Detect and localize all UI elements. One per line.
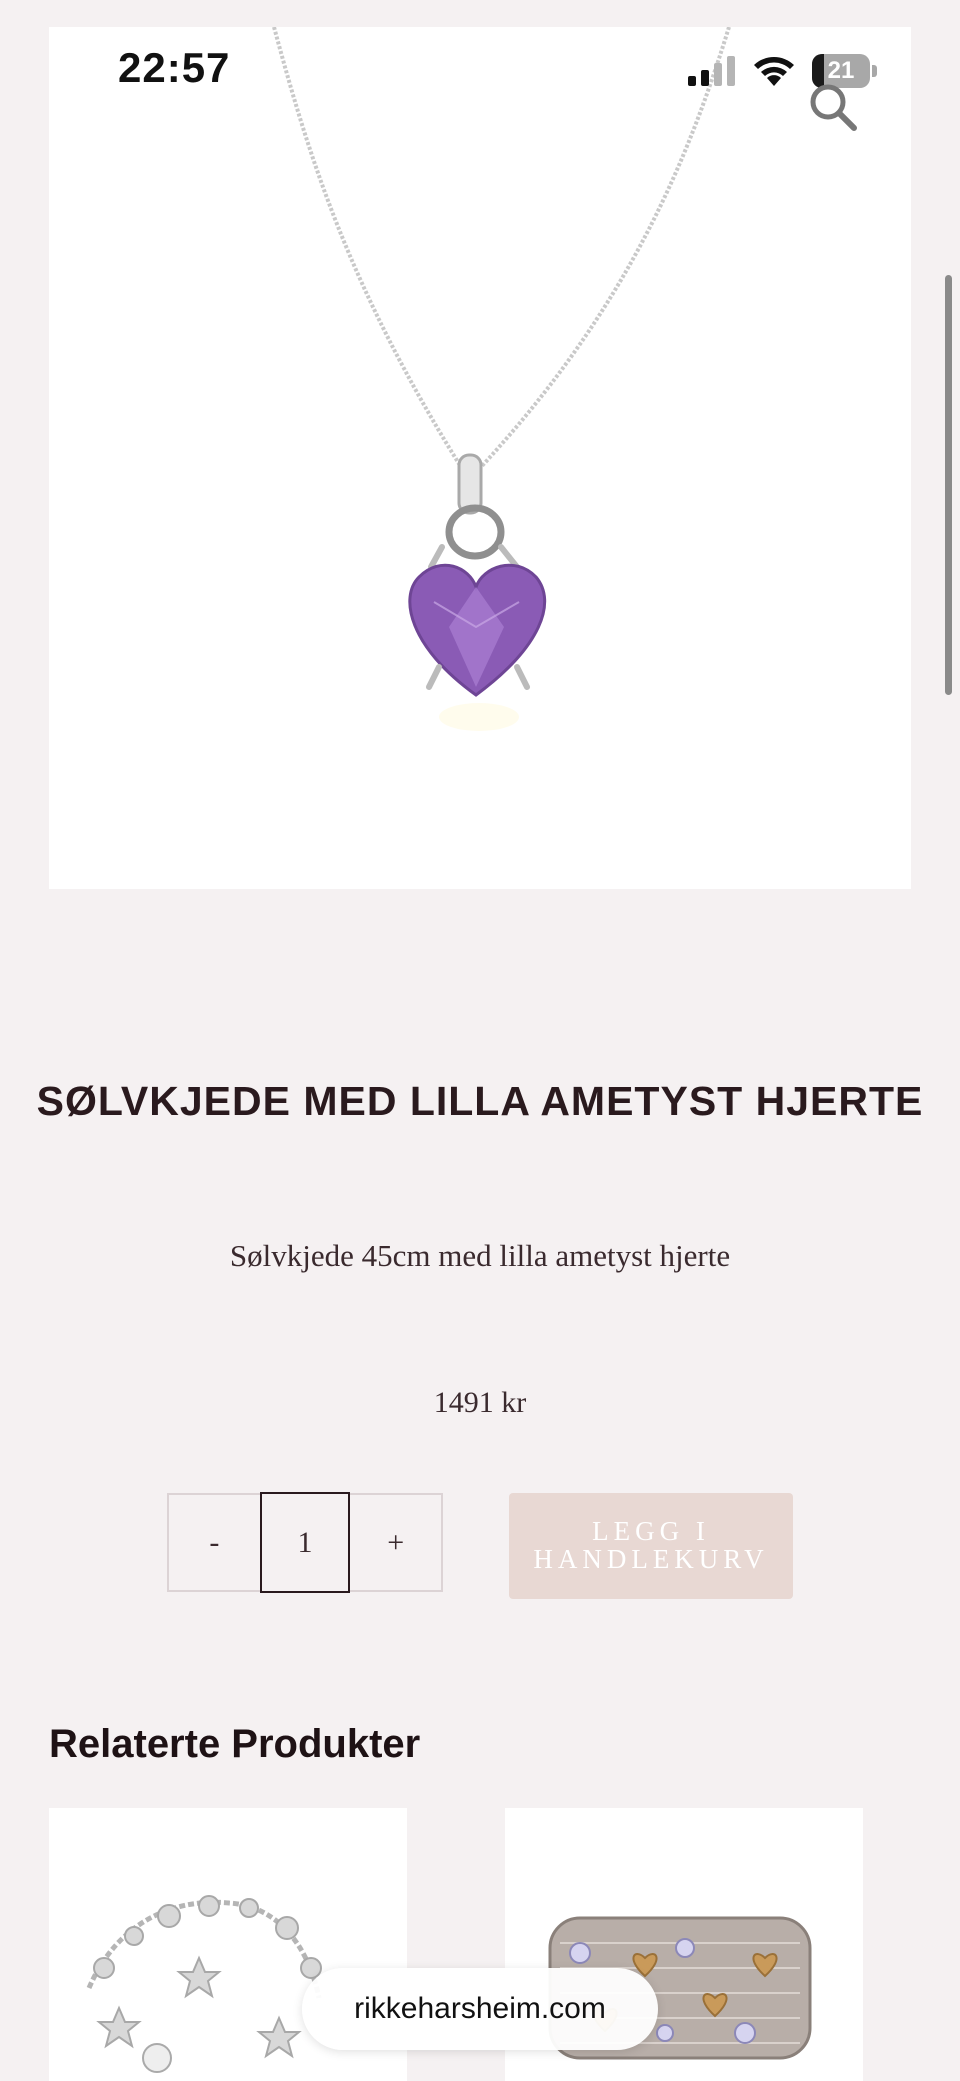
signal-icon [688,56,735,86]
quantity-input[interactable]: 1 [259,1492,351,1593]
quantity-increment-button[interactable]: + [350,1495,441,1590]
product-price: 1491 kr [433,1386,527,1419]
scrollbar[interactable] [945,275,952,695]
wifi-icon [754,57,794,86]
browser-url-bar[interactable]: rikkeharsheim.com [302,1968,658,2050]
quantity-stepper: - 1 + [167,1492,443,1593]
quantity-decrement-button[interactable]: - [169,1495,260,1590]
status-time: 22:57 [118,44,231,91]
add-to-cart-button[interactable]: LEGG I HANDLEKURV [509,1493,793,1599]
related-products-heading: Relaterte Produkter [49,1722,421,1766]
search-icon[interactable] [806,80,860,134]
product-title: SØLVKJEDE MED LILLA AMETYST HJERTE [36,1078,924,1124]
product-image[interactable] [49,27,911,889]
product-description: Sølvkjede 45cm med lilla ametyst hjerte [229,1238,731,1273]
amethyst-heart-necklace-image [49,27,911,889]
